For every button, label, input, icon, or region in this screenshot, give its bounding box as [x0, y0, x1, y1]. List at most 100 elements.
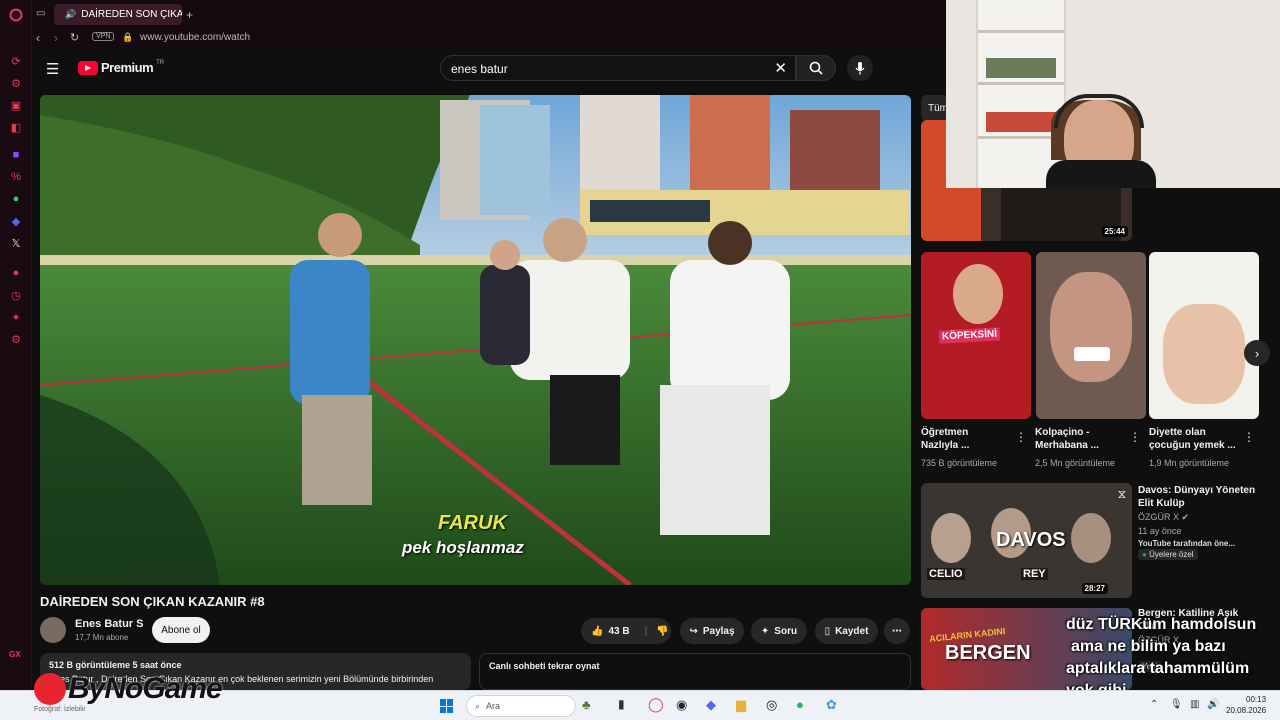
start-icon[interactable]	[440, 699, 454, 713]
chip-all[interactable]: Tüm	[921, 95, 949, 121]
thumb-placard-right: REY	[1021, 568, 1048, 580]
percent-icon[interactable]: %	[0, 166, 32, 188]
recommended-1-thumbnail[interactable]: DAVOS CELIO REY 28:27	[921, 483, 1132, 598]
short-2-title[interactable]: Kolpaçino - Merhabana ...	[1035, 426, 1125, 452]
vpn-badge[interactable]: VPN	[92, 32, 115, 41]
short-3-menu-icon[interactable]: ⋮	[1243, 430, 1255, 444]
youtube-logo[interactable]: Premium TR	[78, 60, 164, 75]
ask-button[interactable]: ✦ Soru	[751, 618, 807, 644]
discord-icon[interactable]: ◆	[0, 210, 32, 232]
lock-icon: 🔒	[122, 32, 134, 42]
short-overlay-text: KÖPEKSİNİ	[938, 327, 1001, 344]
search-button[interactable]	[796, 55, 836, 81]
channel-avatar[interactable]	[40, 617, 66, 643]
video-caption-name: FARUK	[438, 512, 507, 534]
gx-corner-icon[interactable]: ◧	[0, 116, 32, 138]
speaker-icon[interactable]: 🔊	[65, 9, 76, 20]
whatsapp-icon[interactable]: ●	[0, 188, 32, 210]
channel-name[interactable]: Enes Batur S	[75, 618, 143, 630]
search-input[interactable]: enes batur ✕	[440, 55, 796, 81]
app-icon[interactable]: ✿	[826, 697, 837, 713]
ask-label: Soru	[774, 625, 798, 637]
microphone-icon	[855, 61, 865, 74]
watermark-subtext: Fotoğraf: İzlebilir	[34, 706, 86, 713]
volume-icon[interactable]: 🔊	[1207, 699, 1219, 710]
history-icon[interactable]: ◷	[0, 284, 32, 306]
short-thumbnail-1[interactable]: KÖPEKSİNİ	[921, 252, 1031, 419]
like-dislike-group: 👍 43 B | 👎	[581, 618, 671, 644]
recommended-1-extra: YouTube tarafından öne...	[1138, 539, 1236, 548]
network-icon[interactable]: ▥	[1190, 699, 1199, 710]
clear-search-icon[interactable]: ✕	[774, 59, 787, 77]
bookmark-icon: ▯	[824, 625, 831, 637]
steam-icon[interactable]: ◉	[676, 697, 687, 713]
recommended-1-channel[interactable]: ÖZGÜR X ✔	[1138, 512, 1189, 523]
short-1-menu-icon[interactable]: ⋮	[1015, 430, 1027, 444]
x-icon[interactable]: 𝕏	[0, 232, 32, 254]
voice-search-button[interactable]	[847, 55, 873, 81]
gx-control-icon[interactable]: ⚙	[0, 72, 32, 94]
workspaces-icon[interactable]: ▭	[36, 8, 45, 19]
bynogame-watermark: ByNoGame	[34, 672, 223, 706]
short-thumbnail-3[interactable]	[1149, 252, 1259, 419]
subscribe-button[interactable]: Abone ol	[152, 617, 210, 643]
save-label: Kaydet	[835, 625, 869, 637]
settings-icon[interactable]: ⚙	[0, 328, 32, 350]
file-explorer-icon[interactable]: ▆	[736, 697, 746, 713]
short-1-title[interactable]: Öğretmen Nazlıyla ...	[921, 426, 1011, 452]
like-count[interactable]: 43 B	[608, 626, 629, 637]
badge-dot-icon: ●	[1142, 550, 1147, 559]
task-view-icon[interactable]: ▮	[618, 697, 625, 711]
share-button[interactable]: ↪ Paylaş	[680, 618, 744, 644]
reload-icon[interactable]: ↻	[70, 31, 79, 44]
gx-cleaner-icon[interactable]: ▣	[0, 94, 32, 116]
forward-icon[interactable]: ›	[54, 31, 58, 45]
share-label: Paylaş	[702, 625, 735, 637]
extensions-icon[interactable]: ✦	[0, 306, 32, 328]
url-field[interactable]: www.youtube.com/watch	[140, 32, 250, 43]
chat-replay-box[interactable]: Canlı sohbeti tekrar oynat	[479, 653, 911, 690]
spotify-icon[interactable]: ●	[796, 697, 804, 712]
more-actions-button[interactable]: ⋯	[884, 618, 910, 644]
video-caption-sub: pek hoşlanmaz	[402, 538, 524, 557]
short-3-title[interactable]: Diyette olan çocuğun yemek ...	[1149, 426, 1241, 452]
thumb-title-text: BERGEN	[945, 642, 1031, 664]
opera-taskbar-icon[interactable]: ◯	[648, 696, 664, 713]
thumb-placard-left: CELIO	[927, 568, 965, 580]
like-icon[interactable]: 👍	[591, 626, 603, 637]
recommended-1-title[interactable]: Davos: Dünyayı Yöneten Elit Kulüp	[1138, 484, 1258, 510]
gx-label: GX	[9, 650, 21, 659]
save-button[interactable]: ▯ Kaydet	[815, 618, 878, 644]
twitch-icon[interactable]: ■	[0, 144, 32, 166]
short-2-menu-icon[interactable]: ⋮	[1129, 430, 1141, 444]
dislike-icon[interactable]: 👎	[656, 626, 668, 637]
speed-dial-icon[interactable]: ⟳	[0, 50, 32, 72]
mic-tray-icon[interactable]: 🎙	[1170, 699, 1183, 710]
video-title: DAİREDEN SON ÇIKAN KAZANIR #8	[40, 594, 265, 609]
tray-chevron-icon[interactable]: ⌃	[1150, 699, 1158, 710]
discord-taskbar-icon[interactable]: ◆	[706, 697, 716, 713]
description-stats: 512 B görüntüleme 5 saat önce	[49, 660, 182, 670]
back-icon[interactable]: ‹	[36, 31, 40, 45]
short-thumbnail-2[interactable]	[1036, 252, 1146, 419]
shorts-next-icon[interactable]: ›	[1244, 340, 1270, 366]
music-player-icon[interactable]: ●	[0, 262, 32, 284]
active-tab[interactable]: 🔊 DAİREDEN SON ÇIKAN	[54, 4, 182, 25]
taskbar-search[interactable]: ⌕ Ara	[466, 695, 576, 717]
logo-text: Premium	[101, 60, 154, 75]
clock-time: 00:13	[1246, 695, 1267, 704]
widget-icon[interactable]: ♣	[582, 697, 591, 712]
video-player[interactable]: FARUK pek hoşlanmaz	[40, 95, 911, 585]
video-duration: 28:27	[1081, 583, 1108, 594]
taskbar-search-icon: ⌕	[475, 700, 481, 711]
thumb-title-text: DAVOS	[996, 529, 1066, 551]
sparkle-icon: ✦	[760, 625, 770, 637]
menu-icon[interactable]: ☰	[46, 60, 59, 78]
opera-logo-icon[interactable]	[0, 0, 32, 30]
youtube-play-icon	[78, 60, 98, 75]
new-tab-button[interactable]: +	[186, 8, 193, 22]
obs-icon[interactable]: ◎	[766, 697, 777, 713]
clock[interactable]: 00:13 20.08.2026	[1226, 694, 1266, 716]
watermark-text: ByNoGame	[68, 672, 223, 705]
recommended-1-age: 11 ay önce	[1138, 526, 1182, 536]
